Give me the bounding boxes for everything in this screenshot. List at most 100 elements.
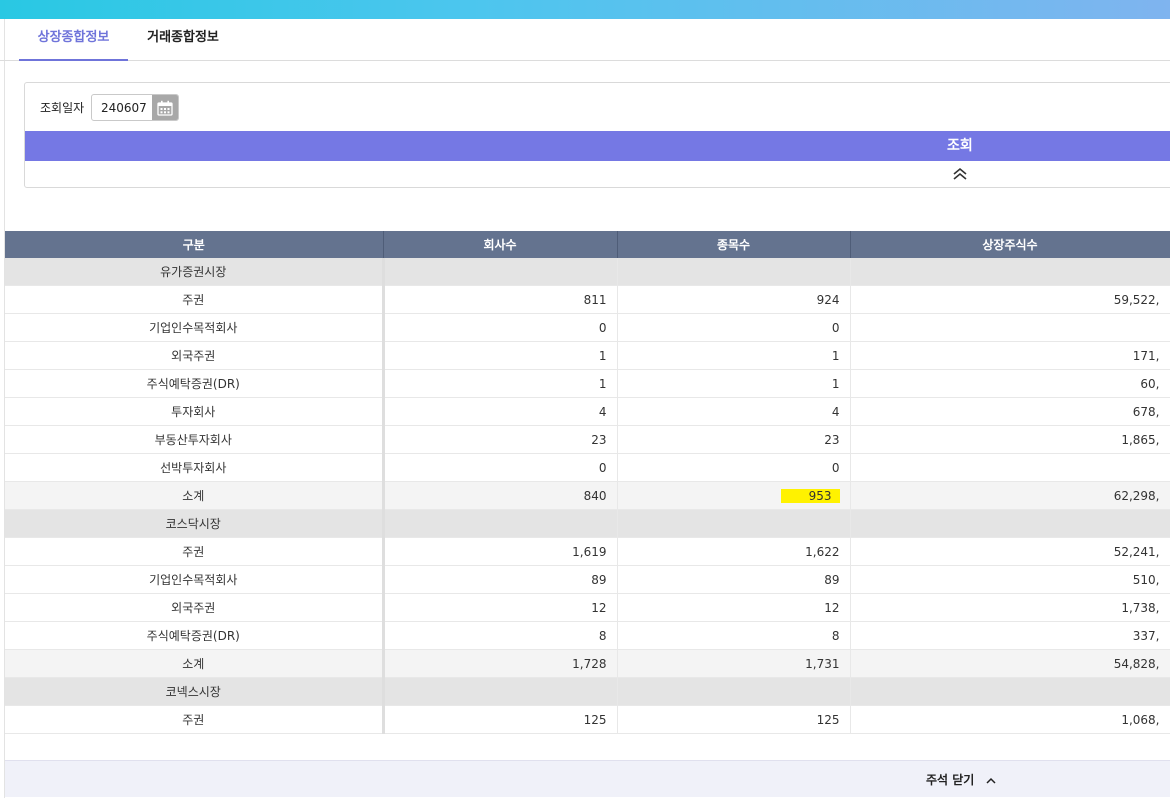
search-panel: 조회일자 조회 [24,82,1170,188]
table-row: 외국주권 1 1 171, [5,341,1170,370]
search-button-label: 조회 [947,138,973,154]
row-category-cell: 소계 [5,481,385,510]
row-value-cell: 89 [383,565,618,594]
row-value-cell: 1 [383,369,618,398]
row-category-cell: 부동산투자회사 [5,425,385,454]
row-value-cell [617,677,851,706]
row-value-cell: 1,865, [850,425,1170,454]
row-value-cell: 924 [617,285,851,314]
table-row: 소계 1,728 1,731 54,828, [5,649,1170,678]
row-value-cell: 23 [383,425,618,454]
row-value-cell: 811 [383,285,618,314]
table-row: 투자회사 4 4 678, [5,397,1170,426]
search-button[interactable]: 조회 [25,131,1170,161]
row-value-cell: 8 [383,621,618,650]
row-value-cell: 1,731 [617,649,851,678]
row-value-cell [617,258,851,286]
row-value-cell: 89 [617,565,851,594]
row-value-cell [850,453,1170,482]
chevron-up-icon [986,777,996,784]
table-row: 부동산투자회사 23 23 1,865, [5,425,1170,454]
row-value-cell: 12 [617,593,851,622]
tab-listing-summary[interactable]: 상장종합정보 [19,19,128,61]
row-value-cell [383,509,618,538]
collapse-chevron-up-icon[interactable] [951,167,969,181]
table-row: 주권 811 924 59,522, [5,285,1170,314]
row-category-cell: 외국주권 [5,341,385,370]
row-category-cell: 기업인수목적회사 [5,313,385,342]
row-category-cell: 외국주권 [5,593,385,622]
row-value-cell: 1,619 [383,537,618,566]
table-row: 외국주권 12 12 1,738, [5,593,1170,622]
date-input[interactable] [92,95,159,120]
calendar-icon[interactable] [152,95,178,120]
footnote-toggle-label: 주석 닫기 [926,773,975,787]
table-row: 주식예탁증권(DR) 8 8 337, [5,621,1170,650]
row-value-cell: 1,728 [383,649,618,678]
table-row: 유가증권시장 [5,258,1170,286]
highlighted-value: 953 [780,488,840,503]
tab-bar: 상장종합정보 거래종합정보 [0,19,1170,61]
date-field [91,94,179,121]
table-row: 주권 125 125 1,068, [5,705,1170,734]
table-row: 주식예탁증권(DR) 1 1 60, [5,369,1170,398]
row-value-cell: 1,068, [850,705,1170,734]
row-value-cell: 8 [617,621,851,650]
row-value-cell: 678, [850,397,1170,426]
row-value-cell [850,313,1170,342]
listing-summary-table: 구분 회사수 종목수 상장주식수 유가증권시장 주권 811 924 59,522, 기업… [5,231,1170,734]
table-row: 소계 840 953 62,298, [5,481,1170,510]
header-issue-count: 종목수 [617,231,851,258]
header-listed-shares: 상장주식수 [850,231,1170,258]
table-body: 유가증권시장 주권 811 924 59,522, 기업인수목적회사 0 0 외국주권 1 1 171… [5,258,1170,734]
footnote-bar: 주석 닫기 [5,760,1170,797]
table-row: 기업인수목적회사 0 0 [5,313,1170,342]
row-value-cell: 125 [617,705,851,734]
row-value-cell: 54,828, [850,649,1170,678]
date-label: 조회일자 [40,101,85,115]
row-value-cell: 1 [617,369,851,398]
top-banner [0,0,1170,19]
table-header-row: 구분 회사수 종목수 상장주식수 [5,231,1170,258]
row-value-cell: 23 [617,425,851,454]
row-value-cell: 953 [617,481,851,510]
row-value-cell [850,509,1170,538]
row-value-cell: 1,622 [617,537,851,566]
row-value-cell [383,258,618,286]
row-value-cell: 59,522, [850,285,1170,314]
row-value-cell: 4 [617,397,851,426]
row-value-cell: 171, [850,341,1170,370]
row-category-cell: 주식예탁증권(DR) [5,369,385,398]
row-value-cell: 840 [383,481,618,510]
row-value-cell: 125 [383,705,618,734]
header-company-count: 회사수 [383,231,618,258]
row-value-cell: 1 [383,341,618,370]
row-value-cell [383,677,618,706]
row-category-cell: 주권 [5,285,385,314]
row-value-cell: 0 [617,453,851,482]
header-category: 구분 [5,231,384,258]
row-category-cell: 코넥스시장 [5,677,385,706]
table-row: 선박투자회사 0 0 [5,453,1170,482]
row-category-cell: 유가증권시장 [5,258,385,286]
row-value-cell: 0 [617,313,851,342]
row-value-cell: 1 [617,341,851,370]
row-category-cell: 기업인수목적회사 [5,565,385,594]
row-value-cell [850,677,1170,706]
row-value-cell: 1,738, [850,593,1170,622]
tab-trading-summary[interactable]: 거래종합정보 [128,19,238,59]
row-category-cell: 소계 [5,649,385,678]
row-value-cell [850,258,1170,286]
footnote-toggle-button[interactable]: 주석 닫기 [926,771,997,788]
row-category-cell: 주식예탁증권(DR) [5,621,385,650]
table-row: 코스닥시장 [5,509,1170,538]
row-value-cell: 12 [383,593,618,622]
row-category-cell: 선박투자회사 [5,453,385,482]
row-value-cell: 0 [383,453,618,482]
row-value-cell [617,509,851,538]
row-category-cell: 주권 [5,537,385,566]
row-value-cell: 4 [383,397,618,426]
row-value-cell: 60, [850,369,1170,398]
row-category-cell: 코스닥시장 [5,509,385,538]
row-value-cell: 337, [850,621,1170,650]
